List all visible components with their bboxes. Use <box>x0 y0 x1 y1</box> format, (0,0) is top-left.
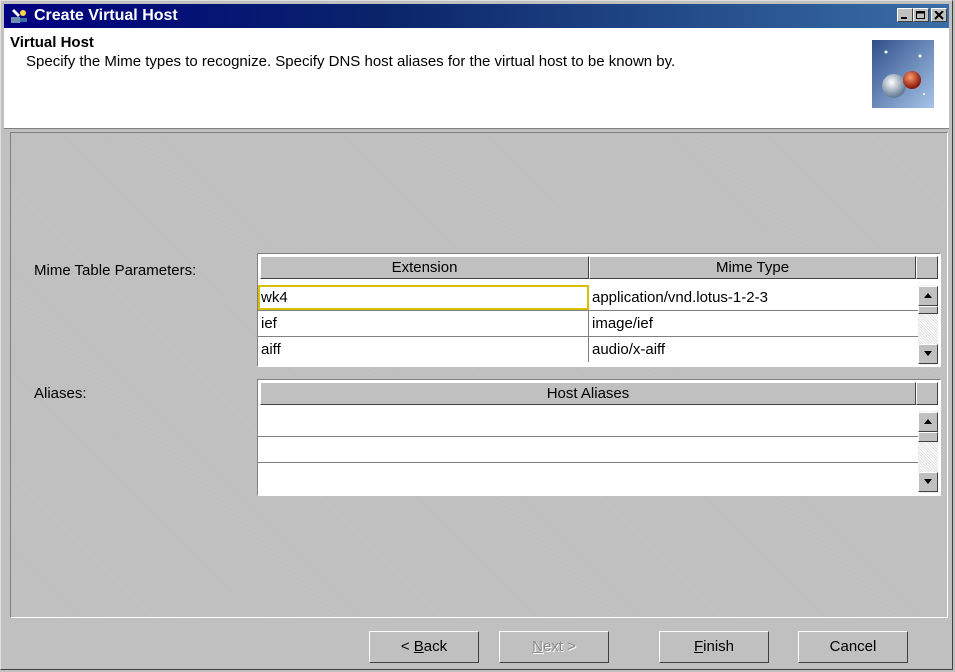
host-alias-cell[interactable] <box>258 463 918 488</box>
next-rest: ext > <box>542 638 576 655</box>
table-row[interactable] <box>258 463 918 489</box>
host-alias-cell[interactable] <box>258 411 918 436</box>
back-prefix: < <box>400 638 414 655</box>
finish-rest: inish <box>703 638 735 655</box>
back-button[interactable]: < Back <box>369 631 479 663</box>
maximize-icon <box>916 11 925 19</box>
table-row[interactable] <box>258 437 918 463</box>
host-aliases-header[interactable]: Host Aliases <box>260 382 916 405</box>
scroll-up-button[interactable] <box>918 286 938 306</box>
maximize-button[interactable] <box>913 8 929 22</box>
back-rest: ack <box>423 638 448 655</box>
cancel-button[interactable]: Cancel <box>798 631 908 663</box>
scroll-down-button[interactable] <box>918 344 938 364</box>
mime-extension-cell[interactable]: aiff <box>258 337 589 362</box>
table-corner <box>916 382 938 405</box>
mime-table: Extension Mime Type wk4 application/vnd.… <box>257 253 941 367</box>
scroll-up-button[interactable] <box>918 412 938 432</box>
table-corner <box>916 256 938 279</box>
mime-extension-cell[interactable]: wk4 <box>258 285 589 310</box>
mime-scrollbar[interactable] <box>918 285 938 365</box>
minimize-icon <box>901 17 907 19</box>
mime-type-cell[interactable]: image/ief <box>589 311 918 336</box>
minimize-button[interactable] <box>897 8 913 22</box>
mime-extension-cell[interactable]: ief <box>258 311 589 336</box>
mime-col-type-header[interactable]: Mime Type <box>589 256 916 279</box>
finish-button[interactable]: Finish <box>659 631 769 663</box>
scroll-thumb[interactable] <box>918 306 938 314</box>
arrow-up-icon <box>924 419 932 424</box>
create-virtual-host-window: Create Virtual Host Virtual Host Specify… <box>0 0 953 670</box>
mime-type-cell[interactable]: application/vnd.lotus-1-2-3 <box>589 285 918 310</box>
arrow-down-icon <box>924 351 932 356</box>
close-button[interactable] <box>931 8 947 22</box>
page-title: Virtual Host <box>10 34 94 51</box>
close-icon <box>934 11 944 20</box>
aliases-label: Aliases: <box>34 385 87 402</box>
wizard-icon <box>11 9 27 23</box>
back-mnemonic: B <box>413 638 424 655</box>
scroll-down-button[interactable] <box>918 472 938 492</box>
next-mnemonic: N <box>532 638 543 655</box>
finish-mnemonic: F <box>693 638 704 655</box>
title-bar[interactable]: Create Virtual Host <box>4 4 949 28</box>
arrow-up-icon <box>924 293 932 298</box>
scroll-thumb[interactable] <box>918 432 938 442</box>
globe-icon <box>872 40 934 108</box>
page-description: Specify the Mime types to recognize. Spe… <box>26 53 676 70</box>
wizard-header: Virtual Host Specify the Mime types to r… <box>4 28 949 129</box>
aliases-scrollbar[interactable] <box>918 411 938 493</box>
next-button[interactable]: Next > <box>499 631 609 663</box>
table-row[interactable]: ief image/ief <box>258 311 918 337</box>
window-title: Create Virtual Host <box>34 7 178 24</box>
table-row[interactable]: aiff audio/x-aiff <box>258 337 918 363</box>
table-row[interactable] <box>258 411 918 437</box>
arrow-down-icon <box>924 479 932 484</box>
content-panel: Mime Table Parameters: Extension Mime Ty… <box>10 132 948 618</box>
mime-table-label: Mime Table Parameters: <box>34 262 197 279</box>
host-alias-cell[interactable] <box>258 437 918 462</box>
mime-type-cell[interactable]: audio/x-aiff <box>589 337 918 362</box>
mime-col-extension-header[interactable]: Extension <box>260 256 589 279</box>
table-row[interactable]: wk4 application/vnd.lotus-1-2-3 <box>258 285 918 311</box>
aliases-table: Host Aliases <box>257 379 941 496</box>
